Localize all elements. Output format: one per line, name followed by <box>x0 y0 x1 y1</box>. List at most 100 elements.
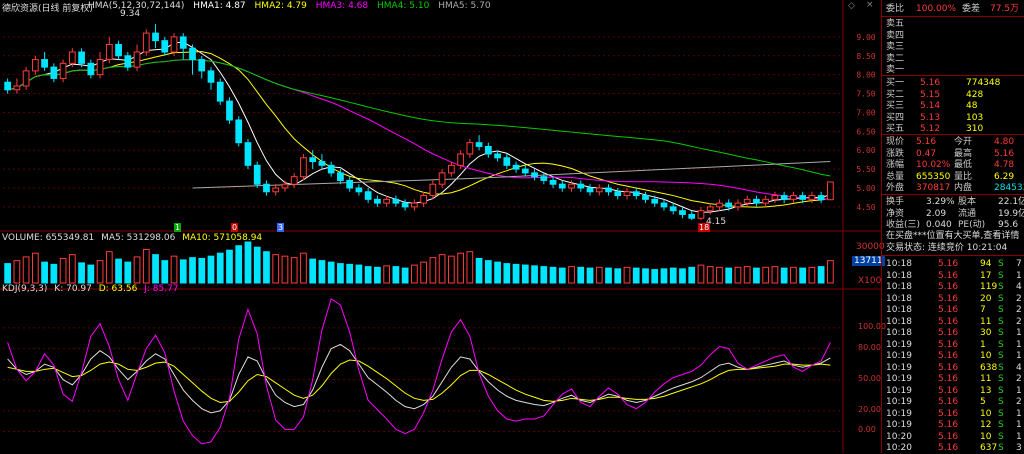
candle-body <box>716 202 723 208</box>
close-icon[interactable]: × <box>866 0 874 10</box>
candle-body <box>105 43 113 61</box>
tick-row: 10:18 5.16 11 S 2 <box>886 316 1022 327</box>
candle-body <box>568 183 575 189</box>
candle-body <box>725 202 733 208</box>
volume-bar <box>716 266 723 284</box>
volume-bar <box>226 249 233 284</box>
volume-bar <box>189 257 196 284</box>
volume-bar <box>494 261 501 284</box>
candle-body <box>152 32 159 42</box>
candle-body <box>31 59 39 72</box>
big-order-notice[interactable]: 在买盘***位置有大买单,查看详情 <box>886 230 1022 242</box>
volume-bar <box>327 261 335 284</box>
candle-body <box>198 59 206 72</box>
candle-body <box>318 161 326 166</box>
candle-body <box>383 198 391 204</box>
volume-bar <box>623 266 631 284</box>
volume-bar <box>447 255 455 284</box>
candle-body <box>651 198 659 204</box>
volume-bar <box>549 266 557 284</box>
volume-bar <box>263 251 270 284</box>
candle-body <box>272 187 280 193</box>
candle-body <box>216 81 224 102</box>
volume-bar <box>13 260 21 284</box>
volume-bar <box>309 258 317 284</box>
volume-bar <box>96 260 104 284</box>
chart-title: 德欣资源(日线 前复权) <box>2 4 93 14</box>
sell-level-row: 卖二 <box>886 53 905 64</box>
volume-bar <box>475 257 483 284</box>
price-tick-label: 9.00 <box>856 33 875 42</box>
price-tick-label: 5.00 <box>856 184 875 193</box>
volume-bar <box>152 254 159 284</box>
kdj-tick-label: 80.00 <box>858 342 881 352</box>
volume-bar <box>59 257 67 284</box>
tick-row: 10:19 5.16 10 S 1 <box>886 351 1022 361</box>
marker-2[interactable]: 0 <box>231 223 239 232</box>
candle-body <box>706 206 714 212</box>
candle-body <box>170 36 178 53</box>
volume-bar <box>318 260 326 284</box>
price-tick-label: 8.50 <box>856 52 875 61</box>
marker-3[interactable]: 3 <box>277 223 285 232</box>
candle-body <box>632 191 640 197</box>
candle-body <box>392 198 400 204</box>
kdj-d-legend: D: 63.56 <box>98 284 138 294</box>
kdj-legend-label: KDJ(9,3,3) <box>2 284 48 294</box>
candle-body <box>762 198 770 204</box>
stats-row: 涨跌 0.47 最高 5.16 <box>886 148 1015 159</box>
volume-bar <box>133 256 141 284</box>
stats2-row: 换手 3.29% 股本 22.1亿 <box>886 197 1024 207</box>
sell-level-row: 卖四 <box>886 30 905 41</box>
volume-bar <box>207 255 215 284</box>
candle-body <box>364 191 372 200</box>
ma1-legend: HMA1: 4.87 <box>193 1 246 11</box>
tick-row: 10:20 5.16 637 S 3 <box>886 443 1022 453</box>
volume-bar <box>337 263 344 284</box>
candle-body <box>22 70 30 87</box>
diamond-icon[interactable]: ◇ <box>848 1 855 11</box>
volume-bar <box>346 263 354 284</box>
volume-bar <box>660 268 668 284</box>
candle-body <box>13 85 21 91</box>
volume-bar <box>799 267 807 284</box>
candle-body <box>411 202 418 208</box>
candle-body <box>142 32 150 53</box>
marker-1[interactable]: 1 <box>174 223 182 232</box>
candle-body <box>244 142 252 166</box>
marker-4[interactable]: 18 <box>698 223 711 232</box>
candle-body <box>808 195 816 200</box>
candle-body <box>327 164 335 174</box>
price-tick-label: 7.00 <box>856 108 875 117</box>
tick-row: 10:18 5.16 17 S 1 <box>886 270 1022 281</box>
price-tick-label: 5.50 <box>856 165 875 174</box>
volume-bar <box>355 264 363 284</box>
candle-body <box>734 202 742 208</box>
volume-bar <box>124 261 132 284</box>
volume-bar <box>780 267 788 284</box>
candle-body <box>4 81 11 91</box>
candle-body <box>189 47 196 61</box>
volume-bar <box>87 264 95 284</box>
volume-bar <box>614 268 622 284</box>
candle-body <box>642 195 649 200</box>
volume-bar <box>244 241 252 284</box>
buy-level-row: 买三 5.14 48 <box>886 101 978 111</box>
volume-marker: 13711 <box>852 256 885 266</box>
tick-row: 10:18 5.16 7 S 2 <box>886 305 1022 315</box>
volume-bar <box>669 267 677 284</box>
tick-row: 10:18 5.16 30 S 1 <box>886 328 1022 338</box>
volume-bar <box>50 263 58 284</box>
candle-body <box>429 183 437 197</box>
candle-body <box>68 51 76 64</box>
volume-bar <box>521 264 529 284</box>
tick-row: 10:19 5.16 10 S 1 <box>886 408 1022 419</box>
candle-body <box>115 43 122 57</box>
volume-bar <box>22 256 30 284</box>
volume-bar <box>281 255 289 284</box>
stats-row: 现价 5.16 今开 4.80 <box>886 137 1015 147</box>
volume-bar <box>392 266 400 284</box>
volume-bar <box>216 252 224 284</box>
volume-bar <box>734 266 742 284</box>
volume-bar <box>115 258 122 284</box>
